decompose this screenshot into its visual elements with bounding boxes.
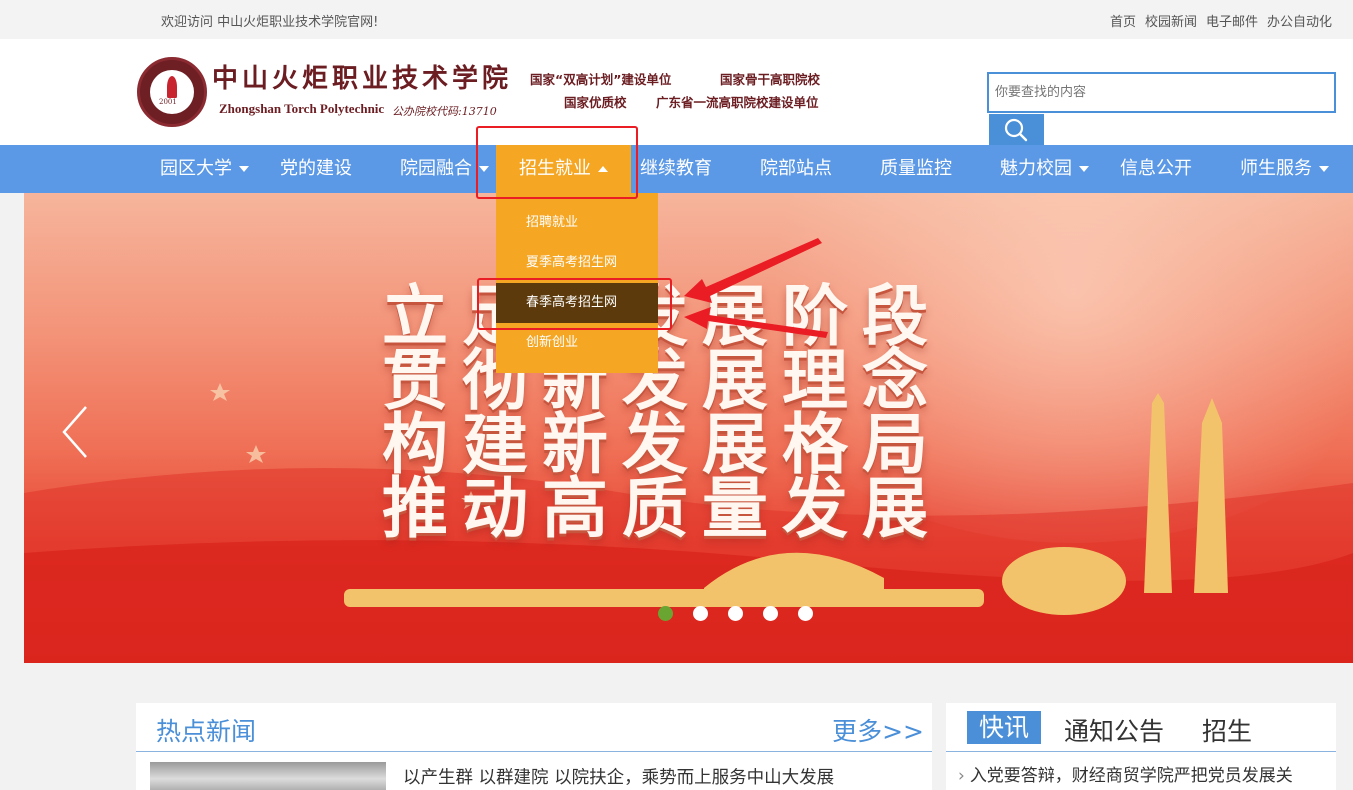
news-headline-link[interactable]: 以产生群 以群建院 以院扶企，乘势而上服务中山大发展 xyxy=(403,764,834,789)
list-item[interactable]: › 入党要答辩，财经商贸学院严把党员发展关 xyxy=(958,761,1293,786)
top-link-email[interactable]: 电子邮件 xyxy=(1206,11,1258,30)
top-bar: 欢迎访问 中山火炬职业技术学院官网! 首页 校园新闻 电子邮件 办公自动化 xyxy=(0,0,1353,39)
chevron-right-icon: › xyxy=(958,766,965,786)
tab-admissions[interactable]: 招生 xyxy=(1202,712,1252,748)
top-link-office-automation[interactable]: 办公自动化 xyxy=(1267,11,1332,30)
nav-item-college-park[interactable]: 院园融合 xyxy=(400,145,489,193)
search-box xyxy=(987,72,1336,113)
banner-pagination xyxy=(658,606,813,621)
nav-item-admissions-employment[interactable]: 招生就业 xyxy=(496,145,631,193)
search-icon xyxy=(1004,118,1028,142)
site-header: 2001 中山火炬职业技术学院 Zhongshan Torch Polytech… xyxy=(0,39,1353,147)
tab-flash-news[interactable]: 快讯 xyxy=(967,711,1042,744)
honor-tag: 国家“双高计划”建设单位 xyxy=(530,72,672,87)
school-seal-logo[interactable]: 2001 xyxy=(137,57,207,127)
dropdown-item-recruitment-employment[interactable]: 招聘就业 xyxy=(496,203,658,243)
torch-icon xyxy=(167,76,177,98)
nav-item-continuing-education[interactable]: 继续教育 xyxy=(640,145,712,193)
school-name-cn: 中山火炬职业技术学院 xyxy=(212,64,513,94)
hero-banner[interactable]: 立足新发展阶段 贯彻新发展理念 构建新发展格局 推动高质量发展 xyxy=(24,193,1353,663)
banner-prev-button[interactable] xyxy=(58,405,98,460)
dropdown-item-summer-admissions[interactable]: 夏季高考招生网 xyxy=(496,243,658,283)
banner-dot-5[interactable] xyxy=(798,606,813,621)
welcome-text: 欢迎访问 中山火炬职业技术学院官网! xyxy=(161,15,379,30)
caret-down-icon xyxy=(1319,166,1329,172)
banner-dot-1[interactable] xyxy=(658,606,673,621)
caret-up-icon xyxy=(598,166,608,172)
nav-item-information-disclosure[interactable]: 信息公开 xyxy=(1120,145,1192,193)
nav-item-quality-monitoring[interactable]: 质量监控 xyxy=(880,145,952,193)
honor-tag: 国家优质校 xyxy=(564,95,627,110)
hot-news-title: 热点新闻 xyxy=(156,717,257,746)
search-input[interactable] xyxy=(989,74,1334,111)
banner-dot-4[interactable] xyxy=(763,606,778,621)
nav-item-campus-university[interactable]: 园区大学 xyxy=(160,145,249,193)
banner-dot-2[interactable] xyxy=(693,606,708,621)
more-news-link[interactable]: 更多>> xyxy=(832,712,924,748)
dropdown-item-innovation-entrepreneurship[interactable]: 创新创业 xyxy=(496,323,658,363)
top-link-campus-news[interactable]: 校园新闻 xyxy=(1145,11,1197,30)
top-link-home[interactable]: 首页 xyxy=(1110,11,1136,30)
announcements-panel: 快讯 通知公告 招生 › 入党要答辩，财经商贸学院严把党员发展关 xyxy=(946,703,1336,790)
search-button[interactable] xyxy=(989,114,1044,147)
seal-year: 2001 xyxy=(159,98,177,106)
dropdown-item-spring-admissions[interactable]: 春季高考招生网 xyxy=(496,283,658,323)
chevron-left-icon xyxy=(62,406,87,458)
news-thumbnail[interactable] xyxy=(150,762,386,790)
nav-item-charming-campus[interactable]: 魅力校园 xyxy=(1000,145,1089,193)
banner-slogan-line: 推动高质量发展 xyxy=(382,469,942,547)
nav-item-department-sites[interactable]: 院部站点 xyxy=(760,145,832,193)
admissions-dropdown-menu: 招聘就业 夏季高考招生网 春季高考招生网 创新创业 xyxy=(496,193,658,373)
top-links: 首页 校园新闻 电子邮件 办公自动化 xyxy=(1110,11,1332,30)
tab-notices[interactable]: 通知公告 xyxy=(1064,712,1164,748)
school-name-en: Zhongshan Torch Polytechnic xyxy=(219,101,385,116)
main-nav: 园区大学 党的建设 院园融合 招生就业 继续教育 院部站点 质量监控 魅力校园 … xyxy=(0,145,1353,193)
nav-item-staff-student-services[interactable]: 师生服务 xyxy=(1240,145,1329,193)
honor-tag: 国家骨干高职院校 xyxy=(720,72,821,87)
hot-news-panel: 热点新闻 更多>> 以产生群 以群建院 以院扶企，乘势而上服务中山大发展 xyxy=(136,703,932,790)
caret-down-icon xyxy=(239,166,249,172)
nav-item-party-building[interactable]: 党的建设 xyxy=(280,145,352,193)
caret-down-icon xyxy=(1079,166,1089,172)
honor-tag: 广东省一流高职院校建设单位 xyxy=(656,95,819,110)
banner-dot-3[interactable] xyxy=(728,606,743,621)
school-code: 公办院校代码:13710 xyxy=(392,105,497,118)
caret-down-icon xyxy=(479,166,489,172)
